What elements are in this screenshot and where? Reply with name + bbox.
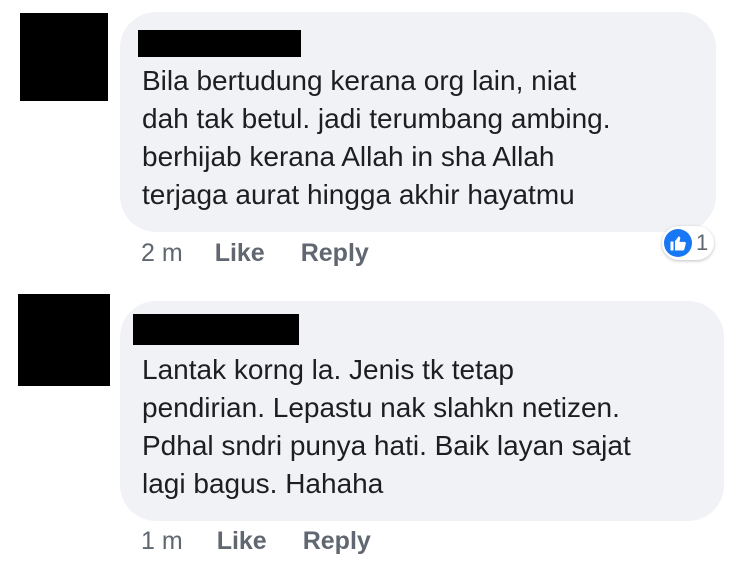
like-button[interactable]: Like: [215, 238, 265, 268]
comment-actions: 1 m Like Reply: [141, 526, 371, 556]
thumbs-up-icon: [664, 229, 692, 257]
avatar[interactable]: [20, 13, 108, 101]
author-name-redacted[interactable]: [138, 30, 301, 57]
reaction-summary[interactable]: 1: [662, 226, 715, 260]
reply-button[interactable]: Reply: [303, 526, 371, 556]
comment-item: Lantak korng la. Jenis tk tetap pendiria…: [0, 285, 750, 570]
like-button[interactable]: Like: [217, 526, 267, 556]
comment-timestamp[interactable]: 2 m: [141, 238, 183, 268]
comment-actions: 2 m Like Reply: [141, 238, 369, 268]
comment-text: Lantak korng la. Jenis tk tetap pendiria…: [142, 354, 631, 499]
comment-timestamp[interactable]: 1 m: [141, 526, 183, 556]
author-name-redacted[interactable]: [133, 314, 299, 345]
avatar[interactable]: [18, 294, 110, 386]
reply-button[interactable]: Reply: [301, 238, 369, 268]
comment-text: Bila bertudung kerana org lain, niat dah…: [142, 65, 611, 210]
comment-item: Bila bertudung kerana org lain, niat dah…: [0, 0, 750, 285]
reaction-count: 1: [696, 230, 709, 255]
